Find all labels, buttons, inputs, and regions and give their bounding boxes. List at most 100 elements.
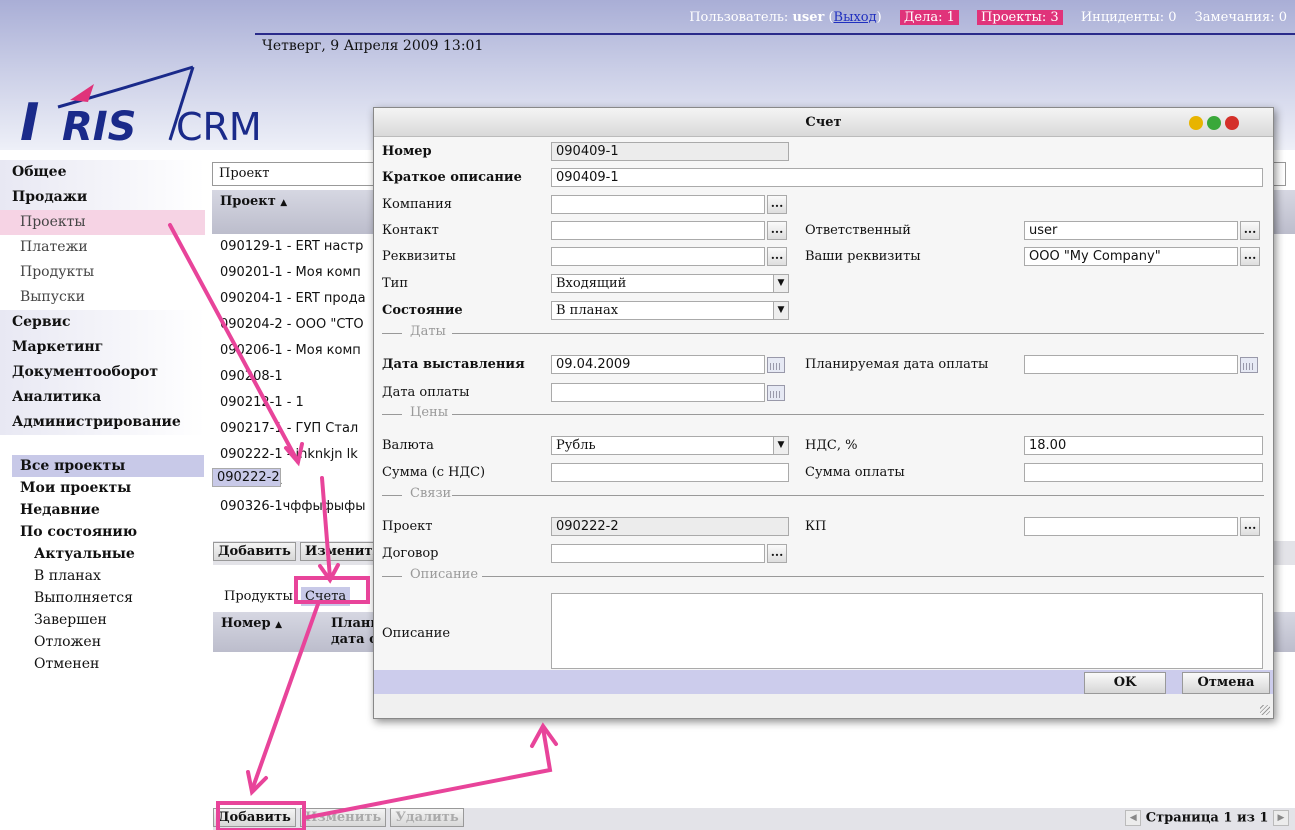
- maximize-icon[interactable]: [1207, 116, 1221, 130]
- project-filters: Все проекты Мои проекты Недавние По сост…: [12, 455, 204, 675]
- sidebar-item-releases[interactable]: Выпуски: [0, 285, 205, 310]
- remarks-counter[interactable]: Замечания: 0: [1195, 10, 1287, 25]
- sidebar-item-service[interactable]: Сервис: [0, 310, 205, 335]
- detail-tabs: Продукты Счета: [224, 587, 354, 606]
- tasks-badge[interactable]: Дела: 1: [899, 10, 959, 25]
- add-project-button[interactable]: Добавить: [213, 542, 296, 561]
- contract-field[interactable]: [551, 544, 765, 563]
- pay-date-field[interactable]: [551, 383, 765, 402]
- logout-link[interactable]: Выход: [834, 10, 877, 25]
- column-project[interactable]: Проект: [220, 194, 276, 209]
- kp-field[interactable]: [1024, 517, 1238, 536]
- sidebar-item-analytics[interactable]: Аналитика: [0, 385, 205, 410]
- dialog-resize-area: [374, 694, 1273, 718]
- sidebar-item-products[interactable]: Продукты: [0, 260, 205, 285]
- currency-select[interactable]: Рубль ▼: [551, 436, 789, 455]
- sum-field[interactable]: [551, 463, 789, 482]
- filter-state-planned[interactable]: В планах: [12, 565, 204, 587]
- short-desc-field[interactable]: 090409-1: [551, 168, 1263, 187]
- requisites-lookup-button[interactable]: ...: [767, 247, 787, 266]
- edit-invoice-button[interactable]: Изменить: [300, 808, 387, 827]
- dialog-footer: OK Отмена: [374, 670, 1273, 694]
- iris-crm-logo: I RIS CRM: [18, 62, 262, 157]
- project-label: Проект: [382, 519, 433, 534]
- state-select[interactable]: В планах ▼: [551, 301, 789, 320]
- svg-text:CRM: CRM: [176, 105, 258, 149]
- user-label: Пользователь:: [689, 10, 789, 25]
- planned-pay-date-field[interactable]: [1024, 355, 1238, 374]
- kp-label: КП: [805, 519, 827, 534]
- projects-badge[interactable]: Проекты: 3: [977, 10, 1063, 25]
- sum-label: Сумма (с НДС): [382, 465, 486, 480]
- filter-state-cancelled[interactable]: Отменен: [12, 653, 204, 675]
- company-label: Компания: [382, 197, 452, 212]
- column-number[interactable]: Номер ▲: [221, 616, 282, 631]
- section-description: Описание: [382, 567, 1264, 583]
- pay-sum-label: Сумма оплаты: [805, 465, 905, 480]
- filter-state-in-progress[interactable]: Выполняется: [12, 587, 204, 609]
- filter-state-done[interactable]: Завершен: [12, 609, 204, 631]
- requisites-field[interactable]: [551, 247, 765, 266]
- svg-text:RIS: RIS: [62, 104, 137, 150]
- cancel-button[interactable]: Отмена: [1182, 672, 1270, 694]
- contact-field[interactable]: [551, 221, 765, 240]
- your-requisites-field[interactable]: ООО "My Company": [1024, 247, 1238, 266]
- resize-grip-icon[interactable]: [1260, 705, 1270, 715]
- user-name: user: [792, 10, 825, 25]
- add-invoice-button[interactable]: Добавить: [213, 808, 296, 827]
- filter-state-actual[interactable]: Актуальные: [12, 543, 204, 565]
- tab-products[interactable]: Продукты: [224, 589, 293, 604]
- contact-lookup-button[interactable]: ...: [767, 221, 787, 240]
- filter-all-projects[interactable]: Все проекты: [12, 455, 204, 477]
- calendar-icon[interactable]: [1240, 357, 1258, 373]
- description-label: Описание: [382, 626, 451, 641]
- vat-field[interactable]: 18.00: [1024, 436, 1263, 455]
- ok-button[interactable]: OK: [1084, 672, 1166, 694]
- responsible-field[interactable]: user: [1024, 221, 1238, 240]
- tab-invoices[interactable]: Счета: [300, 587, 351, 606]
- incidents-counter[interactable]: Инциденты: 0: [1081, 10, 1177, 25]
- close-icon[interactable]: [1225, 116, 1239, 130]
- company-field[interactable]: [551, 195, 765, 214]
- filter-by-state[interactable]: По состоянию: [12, 521, 204, 543]
- delete-invoice-button[interactable]: Удалить: [390, 808, 464, 827]
- calendar-icon[interactable]: [767, 357, 785, 373]
- currency-label: Валюта: [382, 438, 434, 453]
- number-field[interactable]: 090409-1: [551, 142, 789, 161]
- chevron-down-icon: ▼: [773, 275, 788, 292]
- kp-lookup-button[interactable]: ...: [1240, 517, 1260, 536]
- sidebar-item-sales[interactable]: Продажи: [0, 185, 205, 210]
- contract-label: Договор: [382, 546, 439, 561]
- sidebar-item-marketing[interactable]: Маркетинг: [0, 335, 205, 360]
- contract-lookup-button[interactable]: ...: [767, 544, 787, 563]
- invoices-toolbar: Добавить Изменить Удалить ◀ Страница 1 и…: [213, 808, 1295, 830]
- calendar-icon[interactable]: [767, 385, 785, 401]
- sidebar-item-general[interactable]: Общее: [0, 160, 205, 185]
- dialog-title[interactable]: Счет: [374, 108, 1273, 137]
- page-indicator: Страница 1 из 1: [1145, 810, 1269, 826]
- description-textarea[interactable]: [551, 593, 1263, 669]
- filter-state-postponed[interactable]: Отложен: [12, 631, 204, 653]
- minimize-icon[interactable]: [1189, 116, 1203, 130]
- user-bar: Пользователь: user (Выход) Дела: 1 Проек…: [689, 10, 1287, 25]
- filter-my-projects[interactable]: Мои проекты: [12, 477, 204, 499]
- sort-asc-icon: ▲: [280, 198, 288, 208]
- pay-sum-field[interactable]: [1024, 463, 1263, 482]
- table-row-selected[interactable]: 090222-2: [212, 468, 281, 487]
- filter-recent[interactable]: Недавние: [12, 499, 204, 521]
- company-lookup-button[interactable]: ...: [767, 195, 787, 214]
- prev-page-icon[interactable]: ◀: [1125, 810, 1142, 826]
- sidebar-item-documents[interactable]: Документооборот: [0, 360, 205, 385]
- issue-date-field[interactable]: 09.04.2009: [551, 355, 765, 374]
- issue-date-label: Дата выставления: [382, 357, 525, 372]
- next-page-icon[interactable]: ▶: [1273, 810, 1289, 826]
- vat-label: НДС, %: [805, 438, 858, 453]
- sidebar-item-projects[interactable]: Проекты: [0, 210, 205, 235]
- sidebar-item-payments[interactable]: Платежи: [0, 235, 205, 260]
- sidebar-item-admin[interactable]: Администрирование: [0, 410, 205, 435]
- responsible-lookup-button[interactable]: ...: [1240, 221, 1260, 240]
- type-label: Тип: [382, 276, 408, 291]
- project-field[interactable]: 090222-2: [551, 517, 789, 536]
- type-select[interactable]: Входящий ▼: [551, 274, 789, 293]
- your-requisites-lookup-button[interactable]: ...: [1240, 247, 1260, 266]
